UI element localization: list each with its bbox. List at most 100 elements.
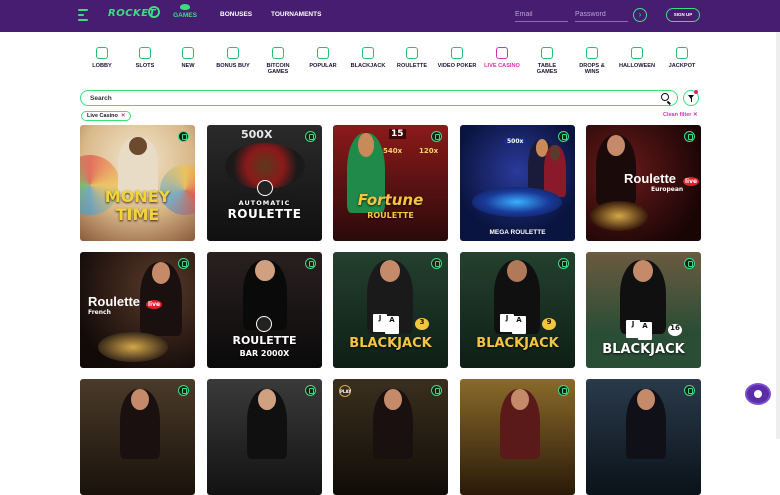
menu-icon[interactable] [78, 9, 88, 22]
game-tile-roulette-european[interactable]: Roulette live European [586, 125, 701, 241]
game-grid: MONEY TIME 500X AUTOMATIC ROULETTE 15 54… [80, 125, 701, 495]
game-title: ROULETTE [232, 334, 297, 347]
category-halloween[interactable]: HALLOWEEN [617, 47, 657, 69]
category-new[interactable]: NEW [168, 47, 208, 69]
close-icon[interactable]: ✕ [121, 113, 126, 119]
bitcoin-icon [272, 47, 284, 59]
game-subtitle: ROULETTE [227, 207, 302, 221]
club-icon [362, 47, 374, 59]
login-submit-button[interactable]: › [633, 8, 647, 22]
category-bonus-buy[interactable]: BONUS BUY [213, 47, 253, 69]
card-total: 3 [415, 318, 429, 330]
category-roulette[interactable]: ROULETTE [392, 47, 432, 69]
game-tile-live-4[interactable] [80, 379, 195, 495]
filter-active-dot [694, 90, 698, 94]
game-tile-blackjack-2[interactable]: J A 9 BLACKJACK [460, 252, 575, 368]
game-tile-live-7[interactable] [460, 379, 575, 495]
game-subtitle: French [88, 309, 111, 316]
search-input[interactable] [90, 93, 650, 103]
signup-button[interactable]: SIGN UP [666, 8, 700, 22]
game-title: MEGA ROULETTE [489, 229, 546, 236]
category-blackjack[interactable]: BLACKJACK [348, 47, 388, 69]
game-tile-live-5[interactable] [207, 379, 322, 495]
game-tile-live-8[interactable] [586, 379, 701, 495]
live-badge-icon [431, 258, 442, 269]
live-badge-icon [684, 385, 695, 396]
game-tile-live-6[interactable]: PLAY [333, 379, 448, 495]
live-badge-icon [178, 258, 189, 269]
category-table-games[interactable]: TABLE GAMES [527, 47, 567, 76]
game-title: BLACKJACK [349, 336, 432, 351]
seven-icon [139, 47, 151, 59]
game-tile-fortune-roulette[interactable]: 15 540x 120x Fortune ROULETTE [333, 125, 448, 241]
live-badge-icon [558, 131, 569, 142]
live-badge-icon [178, 385, 189, 396]
nav-bonuses[interactable]: BONUSES [220, 11, 252, 18]
game-number: 15 [389, 129, 406, 139]
filter-icon [688, 95, 694, 102]
category-video-poker[interactable]: VIDEO POKER [437, 47, 477, 69]
card-total: 16 [668, 324, 682, 336]
gift-icon [227, 47, 239, 59]
game-tile-mega-roulette[interactable]: 500x MEGA ROULETTE [460, 125, 575, 241]
live-badge-icon [305, 258, 316, 269]
seven-icon [96, 47, 108, 59]
game-title: Fortune [357, 191, 424, 209]
filter-chip-live-casino[interactable]: Live Casino ✕ [81, 111, 132, 121]
category-lobby[interactable]: LOBBY [82, 47, 122, 69]
pumpkin-icon [631, 47, 643, 59]
game-tile-blackjack-3[interactable]: J A 16 BLACKJACK [586, 252, 701, 368]
game-tile-roulette-bar-2000x[interactable]: ROULETTE BAR 2000X [207, 252, 322, 368]
flame-icon [317, 47, 329, 59]
live-badge-icon [305, 131, 316, 142]
game-title: BLACKJACK [476, 336, 559, 351]
game-subtitle: ROULETTE [367, 211, 414, 220]
play-badge: PLAY [339, 385, 351, 397]
category-slots[interactable]: SLOTS [125, 47, 165, 69]
live-badge: live [683, 177, 700, 186]
category-drops-wins[interactable]: DROPS & WINS [572, 47, 612, 76]
game-title: Roulette [624, 171, 676, 186]
game-multiplier: 500X [241, 128, 273, 141]
password-field[interactable] [575, 8, 628, 22]
top-navigation-bar: ROCKET GAMES BONUSES TOURNAMENTS › SIGN … [0, 0, 780, 32]
email-field[interactable] [515, 8, 568, 22]
drops-icon [586, 47, 598, 59]
category-jackpot[interactable]: JACKPOT [662, 47, 702, 69]
category-popular[interactable]: POPULAR [303, 47, 343, 69]
game-title: Roulette [88, 294, 140, 309]
live-badge-icon [305, 385, 316, 396]
live-badge-icon [684, 131, 695, 142]
game-tile-blackjack-1[interactable]: J A 3 BLACKJACK [333, 252, 448, 368]
rocket-logo-icon [148, 6, 160, 18]
game-title: AUTOMATIC [238, 199, 291, 207]
play-icon [451, 47, 463, 59]
game-multiplier: 540x [383, 147, 403, 155]
clean-filter-link[interactable]: Clean filter ✕ [663, 112, 698, 118]
monitor-icon [182, 47, 194, 59]
category-live-casino[interactable]: LIVE CASINO [482, 47, 522, 69]
live-badge: live [146, 300, 163, 309]
live-badge-icon [431, 131, 442, 142]
category-bitcoin-games[interactable]: BITCOIN GAMES [258, 47, 298, 76]
live-badge-icon [178, 131, 189, 142]
live-icon [496, 47, 508, 59]
live-badge-icon [684, 258, 695, 269]
game-subtitle: BAR 2000X [239, 349, 290, 358]
game-tile-money-time[interactable]: MONEY TIME [80, 125, 195, 241]
nav-games-label: GAMES [173, 12, 197, 19]
game-subtitle: TIME [115, 205, 160, 224]
filter-button[interactable] [683, 90, 699, 106]
game-multiplier: 120x [419, 147, 439, 155]
nav-tournaments[interactable]: TOURNAMENTS [271, 11, 321, 18]
search-icon[interactable] [661, 93, 669, 101]
card-total: 9 [542, 318, 556, 330]
scrollbar[interactable] [776, 32, 780, 439]
game-multiplier: 500x [504, 138, 527, 145]
game-tile-roulette-french[interactable]: Roulette live French [80, 252, 195, 368]
game-tile-automatic-roulette[interactable]: 500X AUTOMATIC ROULETTE [207, 125, 322, 241]
roulette-icon [406, 47, 418, 59]
support-chat-icon[interactable] [745, 383, 771, 405]
search-bar [80, 90, 678, 106]
nav-games[interactable]: GAMES [172, 4, 198, 19]
